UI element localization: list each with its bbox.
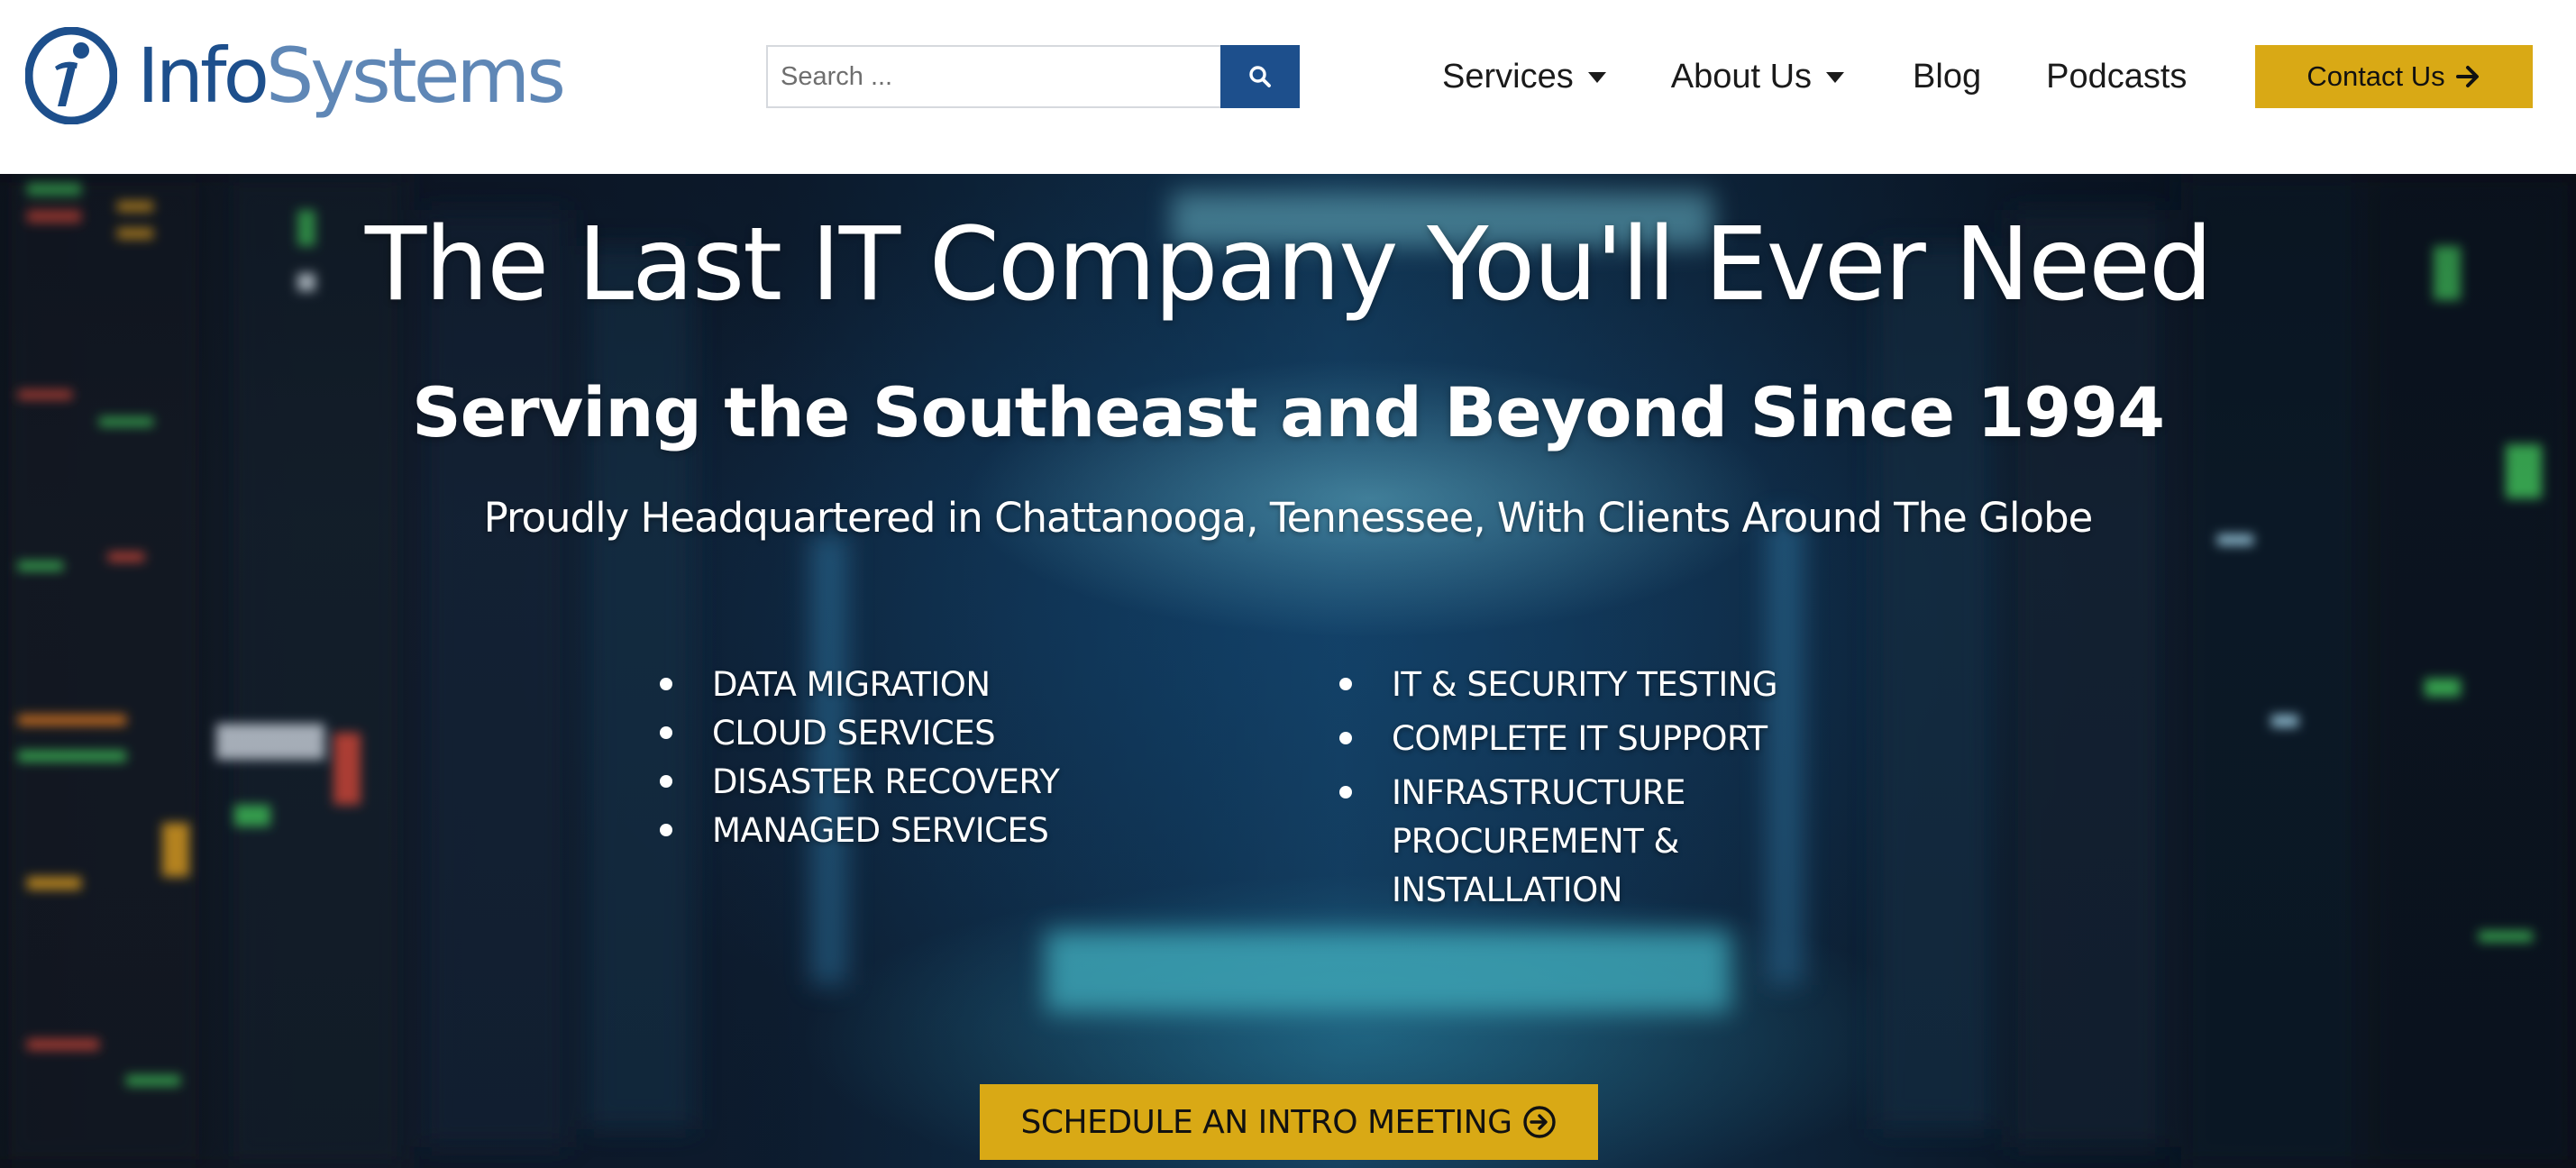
nav-item-label: Blog — [1913, 57, 1982, 96]
contact-us-label: Contact Us — [2307, 60, 2445, 92]
logo-wordmark-suffix: Systems — [265, 32, 566, 120]
list-item: IT & SECURITY TESTING — [1339, 661, 1916, 709]
nav-item-blog[interactable]: Blog — [1913, 58, 1981, 96]
nav-item-label: About Us — [1670, 57, 1813, 96]
nav-item-label: Podcasts — [2046, 57, 2188, 96]
services-list-right: IT & SECURITY TESTING COMPLETE IT SUPPOR… — [1339, 661, 1916, 920]
search-icon — [1249, 66, 1271, 87]
nav-item-services[interactable]: Services — [1442, 58, 1606, 96]
arrow-circle-right-icon — [1522, 1105, 1557, 1139]
caret-down-icon — [1587, 72, 1606, 83]
search-input[interactable] — [766, 45, 1220, 108]
list-item: INFRASTRUCTURE PROCUREMENT & INSTALLATIO… — [1339, 769, 1916, 915]
list-item: DISASTER RECOVERY — [660, 758, 1060, 807]
nav-item-about-us[interactable]: About Us — [1670, 57, 1845, 96]
arrow-right-icon — [2455, 65, 2481, 88]
list-item: MANAGED SERVICES — [660, 807, 1059, 855]
schedule-meeting-label: SCHEDULE AN INTRO MEETING — [1020, 1103, 1512, 1141]
list-item: CLOUD SERVICES — [660, 709, 1059, 758]
nav-item-podcasts[interactable]: Podcasts — [2046, 58, 2187, 96]
hero-tagline: Proudly Headquartered in Chattanooga, Te… — [483, 494, 2094, 542]
search-button[interactable] — [1220, 45, 1300, 108]
hero-subtitle: Serving the Southeast and Beyond Since 1… — [411, 372, 2165, 452]
infosystems-i-logo-icon — [25, 27, 117, 124]
nav-item-label: Services — [1442, 57, 1574, 96]
list-item: DATA MIGRATION — [660, 661, 1059, 709]
services-list-left: DATA MIGRATION CLOUD SERVICES DISASTER R… — [660, 661, 1060, 855]
caret-down-icon — [1826, 72, 1845, 83]
main-nav: Services About Us Blog Podcasts — [1442, 45, 2187, 108]
logo-wordmark-prefix: Info — [137, 32, 269, 120]
site-header: InfoSystems Services About Us Blog Podca… — [0, 0, 2576, 174]
search-form — [766, 45, 1300, 108]
list-item: COMPLETE IT SUPPORT — [1339, 715, 1916, 763]
contact-us-button[interactable]: Contact Us — [2255, 45, 2533, 108]
schedule-meeting-button[interactable]: SCHEDULE AN INTRO MEETING — [980, 1084, 1598, 1160]
site-logo[interactable]: InfoSystems — [25, 25, 566, 126]
logo-wordmark: InfoSystems — [137, 38, 566, 114]
hero-section: The Last IT Company You'll Ever Need Ser… — [0, 174, 2576, 1168]
hero-title: The Last IT Company You'll Ever Need — [364, 206, 2213, 324]
